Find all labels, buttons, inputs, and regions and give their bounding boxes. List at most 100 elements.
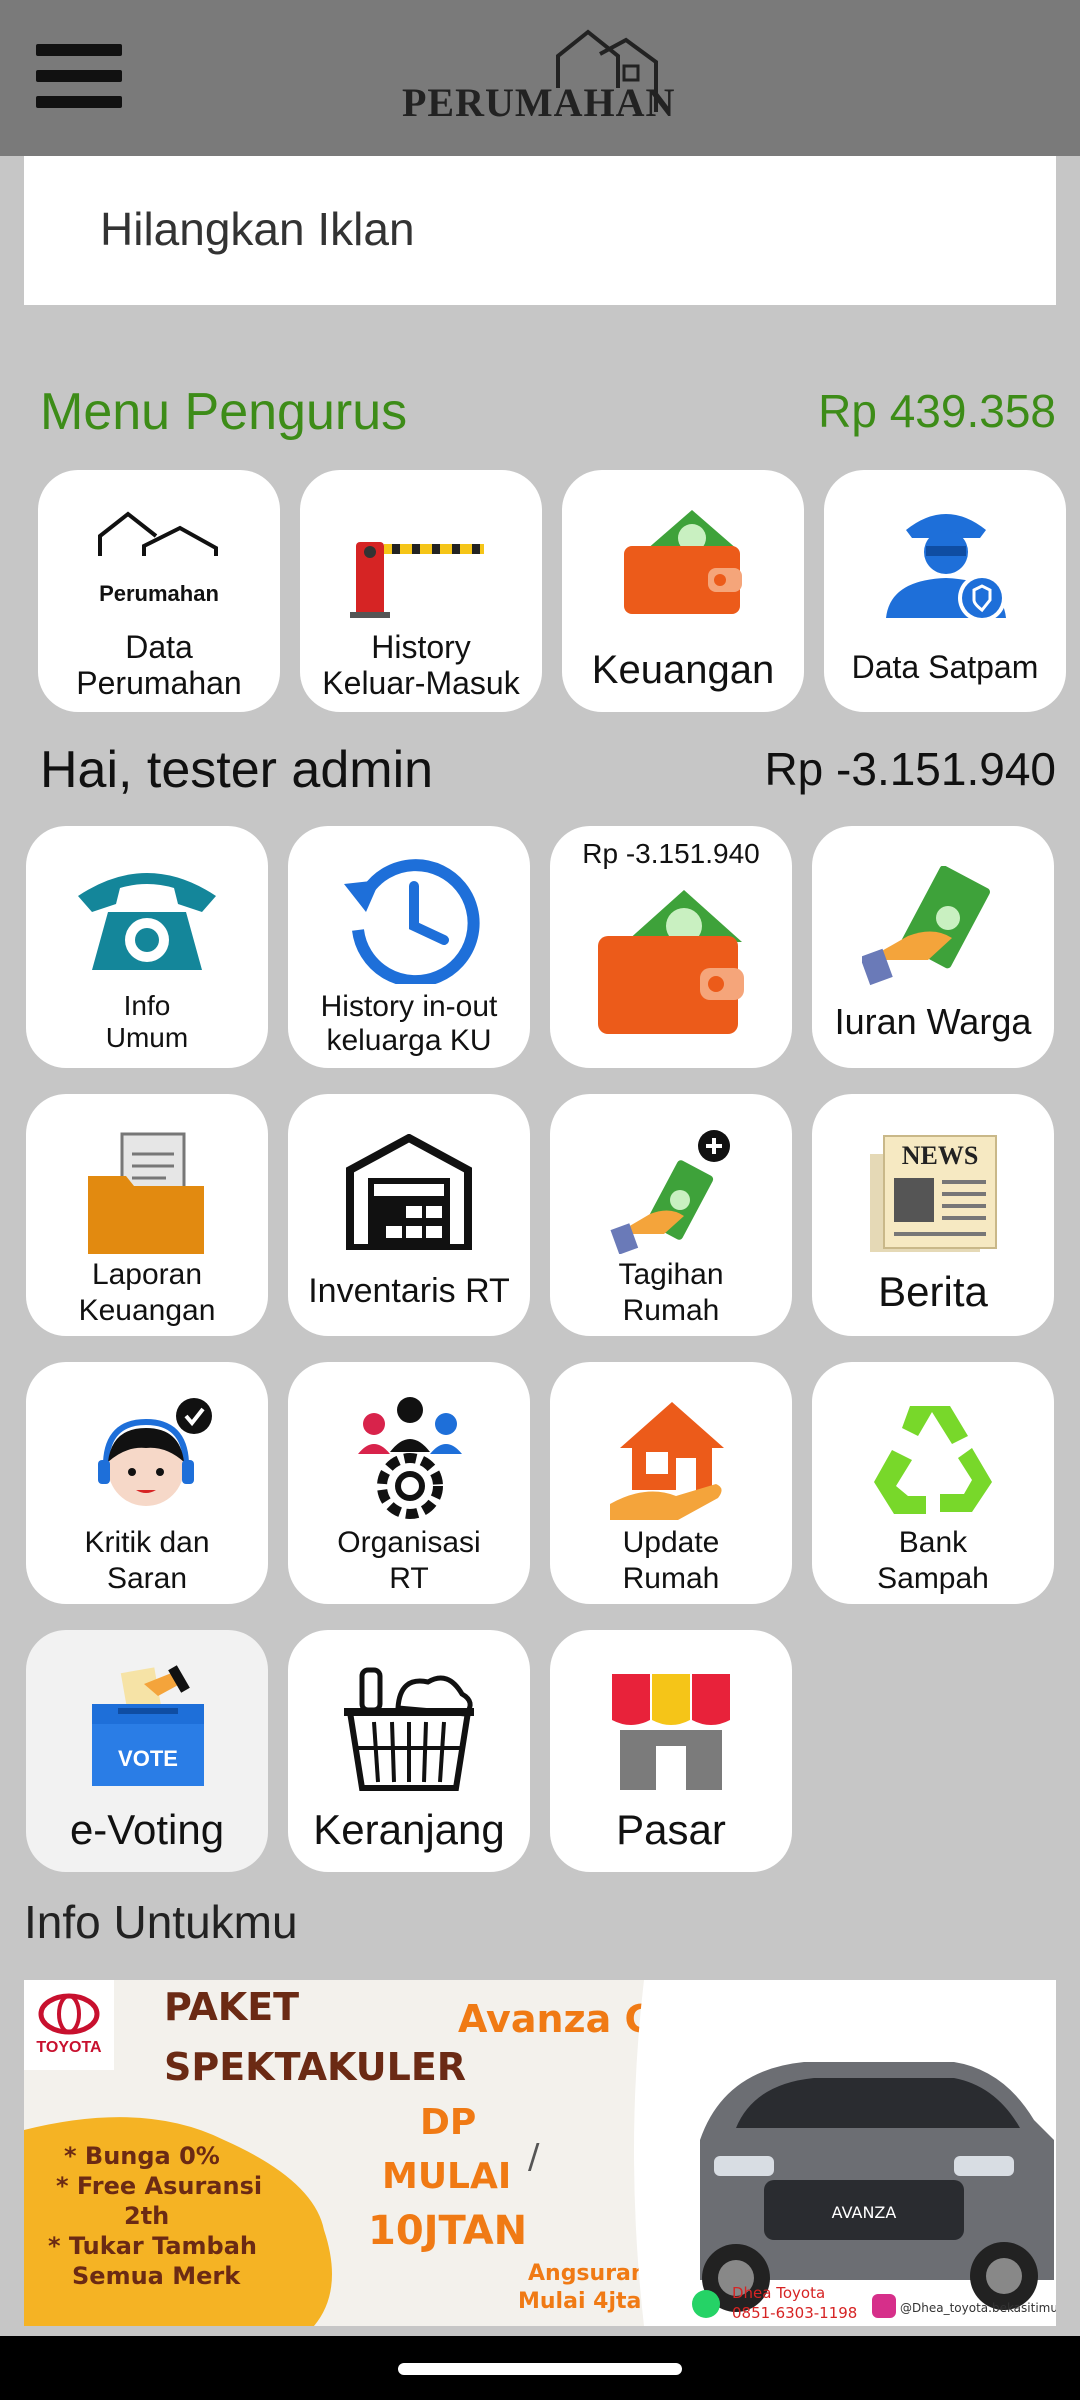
newspaper-icon-text: NEWS: [902, 1141, 979, 1170]
banner-bullet-1: * Bunga 0%: [64, 2142, 220, 2170]
card-label-line2: Keluar-Masuk: [322, 665, 520, 701]
card-label-line1: Info: [123, 990, 171, 1021]
card-label-line1: Kritik dan: [84, 1526, 210, 1559]
market-stall-icon: [612, 1674, 730, 1790]
house-hand-icon: [610, 1402, 724, 1520]
info-umum-card[interactable]: Info Umum: [26, 826, 268, 1068]
card-label-line2: RT: [389, 1562, 429, 1595]
banner-slash: /: [528, 2137, 540, 2177]
card-label-line2: Sampah: [877, 1562, 989, 1595]
user-balance: Rp -3.151.940: [764, 743, 1056, 795]
berita-card[interactable]: NEWS Berita: [812, 1094, 1054, 1336]
organisasi-rt-card[interactable]: Organisasi RT: [288, 1362, 530, 1604]
ballot-box-icon: VOTE: [92, 1665, 204, 1786]
pasar-card[interactable]: Pasar: [550, 1630, 792, 1872]
history-keluar-masuk-card[interactable]: History Keluar-Masuk: [300, 470, 542, 712]
car-badge: AVANZA: [832, 2203, 897, 2222]
banner-bullet-2b: 2th: [124, 2202, 169, 2230]
admin-menu-title: Menu Pengurus: [40, 383, 408, 441]
banner-dp-2: MULAI: [382, 2156, 511, 2197]
banner-headline-1: PAKET: [164, 1985, 299, 2029]
app-header: PERUMAHAN: [0, 0, 1080, 156]
card-label-line1: Update: [622, 1526, 720, 1559]
system-navigation-bar: [0, 2336, 1080, 2400]
data-perumahan-card[interactable]: Perumahan Data Perumahan: [38, 470, 280, 712]
banner-headline-2: SPEKTAKULER: [164, 2045, 466, 2089]
wallet-icon: [624, 510, 742, 614]
money-hand-icon: [862, 866, 990, 986]
recycle-icon: [874, 1406, 992, 1514]
add-bill-icon: [610, 1130, 730, 1254]
report-folder-icon: [88, 1132, 204, 1254]
houses-icon-text: Perumahan: [99, 581, 219, 606]
banner-bullet-3b: Semua Merk: [72, 2262, 241, 2290]
card-label-line2: keluarga KU: [326, 1024, 492, 1057]
admin-balance: Rp 439.358: [818, 385, 1056, 437]
tagihan-rumah-card[interactable]: Tagihan Rumah: [550, 1094, 792, 1336]
e-voting-card[interactable]: VOTE e-Voting: [26, 1630, 268, 1872]
banner-installment-2: Mulai 4jtan: [518, 2289, 657, 2314]
card-label: Keranjang: [313, 1806, 505, 1853]
card-label: Inventaris RT: [308, 1272, 510, 1310]
banner-contact-phone: 0851-6303-1198: [732, 2304, 857, 2322]
card-label: Keuangan: [591, 648, 775, 692]
keranjang-card[interactable]: Keranjang: [288, 1630, 530, 1872]
history-clock-icon: [344, 859, 480, 984]
update-rumah-card[interactable]: Update Rumah: [550, 1362, 792, 1604]
kritik-saran-card[interactable]: Kritik dan Saran: [26, 1362, 268, 1604]
info-section-title: Info Untukmu: [24, 1896, 298, 1948]
warehouse-icon: [346, 1134, 472, 1250]
toyota-brand: TOYOTA: [36, 2039, 102, 2056]
keuangan-card[interactable]: Keuangan: [562, 470, 804, 712]
card-label-line2: Umum: [105, 1022, 189, 1053]
banner-installment-1: Angsuran: [528, 2261, 647, 2286]
card-label: e-Voting: [69, 1806, 225, 1853]
card-label-line1: History: [371, 629, 471, 665]
telephone-icon: [78, 873, 216, 970]
card-label-line1: Bank: [898, 1526, 968, 1559]
card-label-line2: Perumahan: [76, 665, 242, 701]
card-label: Pasar: [616, 1806, 726, 1853]
iuran-warga-card[interactable]: Iuran Warga: [812, 826, 1054, 1068]
card-label-line2: Rumah: [622, 1294, 720, 1327]
card-label-line2: Keuangan: [78, 1294, 216, 1327]
card-label-line1: History in-out: [320, 990, 498, 1023]
ballot-icon-text: VOTE: [118, 1746, 178, 1771]
app-logo: PERUMAHAN: [398, 26, 684, 126]
houses-icon: [98, 511, 218, 556]
card-label-line1: Laporan: [91, 1258, 203, 1291]
wallet-amount: Rp -3.151.940: [582, 838, 760, 869]
banner-dp-3: 10JTAN: [368, 2208, 527, 2254]
card-label-line2: Saran: [106, 1562, 188, 1595]
banner-bullet-2: * Free Asuransi: [56, 2172, 262, 2200]
wallet-balance-card[interactable]: Rp -3.151.940: [550, 826, 792, 1068]
organization-icon: [358, 1397, 462, 1519]
promo-banner[interactable]: TOYOTA PAKET SPEKTAKULER Avanza G M/T DP…: [24, 1980, 1056, 2326]
remove-ads-button[interactable]: Hilangkan Iklan: [24, 156, 1056, 305]
wallet-icon: [598, 890, 744, 1034]
customer-service-icon: [98, 1398, 212, 1506]
home-gesture-handle[interactable]: [398, 2363, 682, 2375]
card-label: Berita: [878, 1268, 988, 1315]
hamburger-menu-icon[interactable]: [36, 40, 124, 114]
history-inout-card[interactable]: History in-out keluarga KU: [288, 826, 530, 1068]
banner-instagram: @Dhea_toyota.bekasitimur: [900, 2301, 1056, 2315]
card-label-line2: Rumah: [622, 1562, 720, 1595]
promo-banner-art: TOYOTA PAKET SPEKTAKULER Avanza G M/T DP…: [24, 1980, 1056, 2326]
inventaris-rt-card[interactable]: Inventaris RT: [288, 1094, 530, 1336]
card-label-line1: Tagihan: [618, 1258, 724, 1291]
banner-bullet-3: * Tukar Tambah: [48, 2232, 257, 2260]
security-guard-icon: [886, 514, 1006, 622]
newspaper-icon: NEWS: [870, 1135, 997, 1252]
greeting-text: Hai, tester admin: [40, 741, 434, 799]
gate-barrier-icon: [350, 542, 484, 618]
remove-ads-label: Hilangkan Iklan: [100, 203, 415, 255]
logo-text: PERUMAHAN: [402, 80, 676, 125]
data-satpam-card[interactable]: Data Satpam: [824, 470, 1066, 712]
banner-dp-1: DP: [420, 2102, 476, 2143]
card-label-line1: Organisasi: [337, 1526, 481, 1559]
card-label-line1: Data: [125, 629, 193, 665]
card-label: Iuran Warga: [834, 1001, 1032, 1042]
laporan-keuangan-card[interactable]: Laporan Keuangan: [26, 1094, 268, 1336]
bank-sampah-card[interactable]: Bank Sampah: [812, 1362, 1054, 1604]
